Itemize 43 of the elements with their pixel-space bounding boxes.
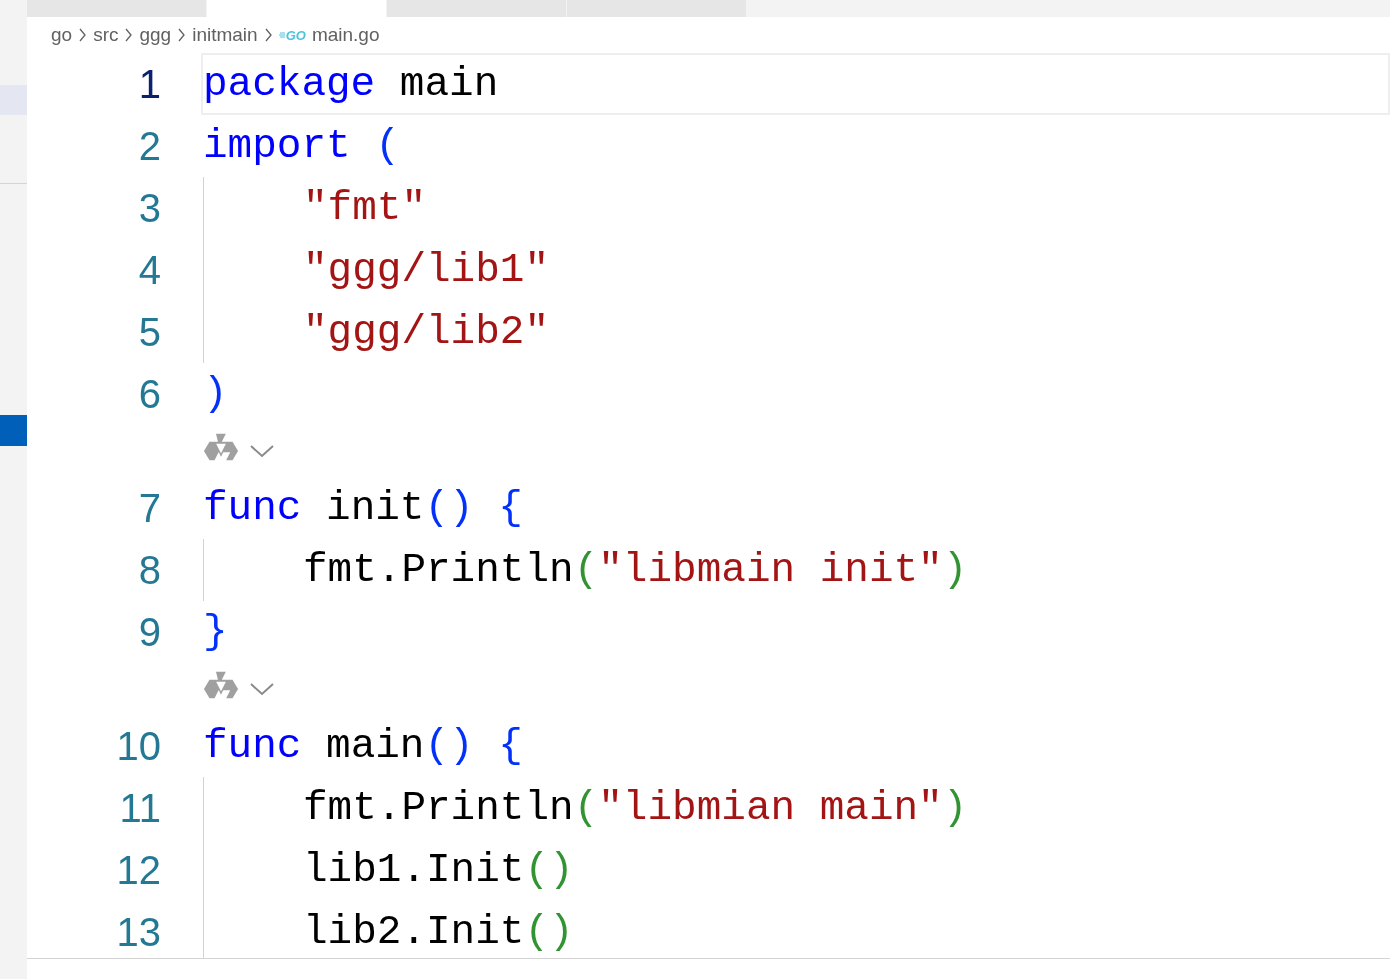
- chevron-icon: [177, 27, 187, 43]
- code-line: fmt.Println("libmian main"): [303, 784, 968, 833]
- breadcrumb-item[interactable]: go: [51, 20, 73, 50]
- editor-tab[interactable]: [567, 0, 746, 17]
- line-number: 6: [137, 371, 162, 418]
- line-number: 8: [137, 547, 162, 594]
- sidebar-row[interactable]: [0, 415, 27, 446]
- breadcrumb-item[interactable]: initmain: [192, 20, 258, 50]
- code-line: import (: [203, 122, 400, 171]
- chevron-down-icon[interactable]: [249, 682, 275, 696]
- code-line: "ggg/lib1": [303, 246, 550, 295]
- code-line: "ggg/lib2": [303, 308, 550, 357]
- breadcrumb-item[interactable]: ggg: [139, 20, 172, 50]
- line-number: 12: [115, 847, 162, 894]
- breadcrumb-item[interactable]: src: [93, 20, 119, 50]
- chevron-down-icon[interactable]: [249, 444, 275, 458]
- code-line: fmt.Println("libmain init"): [303, 546, 968, 595]
- sidebar-row[interactable]: [0, 85, 27, 115]
- code-line: lib1.Init(): [303, 846, 574, 895]
- line-number: 4: [137, 247, 162, 294]
- code-line: func main() {: [203, 722, 523, 771]
- editor-tab[interactable]: [207, 0, 386, 17]
- line-number: 2: [137, 123, 162, 170]
- chevron-icon: [78, 27, 88, 43]
- line-number: 5: [137, 309, 162, 356]
- line-number: 13: [115, 909, 162, 956]
- breadcrumb-item[interactable]: main.go: [311, 20, 380, 50]
- code-line: }: [203, 608, 228, 657]
- line-number: 1: [137, 61, 162, 108]
- line-number: 11: [118, 785, 162, 832]
- chevron-icon: [124, 27, 134, 43]
- line-number: 9: [137, 609, 162, 656]
- editor-tab[interactable]: [387, 0, 566, 17]
- editor-tab[interactable]: [27, 0, 206, 17]
- code-line: lib2.Init(): [303, 908, 574, 957]
- code-line: package main: [203, 60, 499, 109]
- code-line: "fmt": [303, 184, 427, 233]
- code-line: func init() {: [203, 484, 523, 533]
- line-number: 3: [137, 185, 162, 232]
- line-number: 7: [137, 485, 162, 532]
- line-number: 10: [115, 723, 162, 770]
- code-line: ): [203, 370, 228, 419]
- chevron-icon: [263, 27, 273, 43]
